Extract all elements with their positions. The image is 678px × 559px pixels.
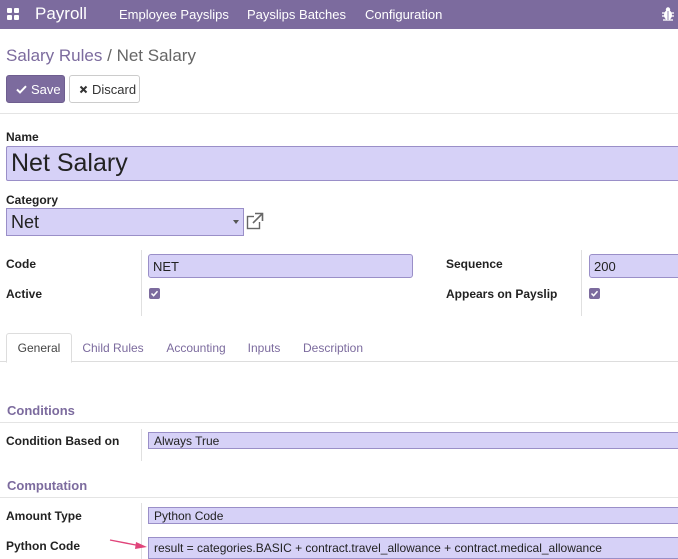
section-divider xyxy=(0,422,678,423)
external-link-icon[interactable] xyxy=(246,212,264,230)
code-label: Code xyxy=(6,257,36,271)
code-input[interactable]: NET xyxy=(148,254,413,278)
tab-description[interactable]: Description xyxy=(298,333,368,362)
name-input[interactable]: Net Salary xyxy=(6,146,678,181)
tab-general[interactable]: General xyxy=(6,333,72,363)
sequence-input[interactable]: 200 xyxy=(589,254,678,278)
tab-inputs[interactable]: Inputs xyxy=(242,333,286,362)
python-code-editor[interactable]: result = categories.BASIC + contract.tra… xyxy=(148,537,678,559)
sequence-label: Sequence xyxy=(446,257,503,271)
header-divider xyxy=(0,113,678,114)
active-checkbox[interactable] xyxy=(149,288,160,299)
label-divider xyxy=(581,250,582,316)
amount-type-label: Amount Type xyxy=(6,509,82,523)
label-divider xyxy=(141,429,142,461)
check-icon xyxy=(150,290,159,297)
menu-employee-payslips[interactable]: Employee Payslips xyxy=(119,7,229,22)
save-button[interactable]: Save xyxy=(6,75,65,103)
breadcrumb-current: Net Salary xyxy=(116,46,196,65)
breadcrumb: Salary Rules / Net Salary xyxy=(6,46,196,66)
category-value: Net xyxy=(11,211,40,232)
condition-based-on-label: Condition Based on xyxy=(6,434,120,448)
top-navbar: Payroll Employee Payslips Payslips Batch… xyxy=(0,0,678,29)
check-icon xyxy=(590,290,599,297)
tab-child-rules[interactable]: Child Rules xyxy=(78,333,148,362)
apps-grid-icon[interactable] xyxy=(7,8,20,21)
breadcrumb-separator: / xyxy=(107,46,112,65)
label-divider xyxy=(141,250,142,316)
menu-configuration[interactable]: Configuration xyxy=(365,7,442,22)
bug-icon[interactable] xyxy=(661,6,675,22)
appears-on-payslip-label: Appears on Payslip xyxy=(446,287,558,301)
label-divider xyxy=(141,503,142,559)
notebook-tabs: General Child Rules Accounting Inputs De… xyxy=(0,333,678,363)
active-label: Active xyxy=(6,287,43,301)
menu-payslips-batches[interactable]: Payslips Batches xyxy=(247,7,346,22)
category-label: Category xyxy=(6,193,59,207)
appears-on-payslip-checkbox[interactable] xyxy=(589,288,600,299)
discard-button[interactable]: Discard xyxy=(69,75,140,103)
computation-heading: Computation xyxy=(7,478,88,493)
conditions-heading: Conditions xyxy=(7,403,75,418)
tab-accounting[interactable]: Accounting xyxy=(160,333,232,362)
app-title[interactable]: Payroll xyxy=(35,4,87,24)
annotation-arrow-icon xyxy=(109,539,147,549)
save-label: Save xyxy=(31,81,61,97)
condition-select[interactable]: Always True xyxy=(148,432,678,449)
close-icon xyxy=(79,85,88,93)
amount-type-select[interactable]: Python Code xyxy=(148,507,678,524)
section-divider xyxy=(0,497,678,498)
category-select[interactable]: Net xyxy=(6,208,244,236)
python-code-label: Python Code xyxy=(6,539,80,553)
check-icon xyxy=(16,85,27,94)
chevron-down-icon[interactable] xyxy=(233,220,239,224)
breadcrumb-parent[interactable]: Salary Rules xyxy=(6,46,102,65)
discard-label: Discard xyxy=(92,81,137,97)
name-label: Name xyxy=(6,130,39,144)
